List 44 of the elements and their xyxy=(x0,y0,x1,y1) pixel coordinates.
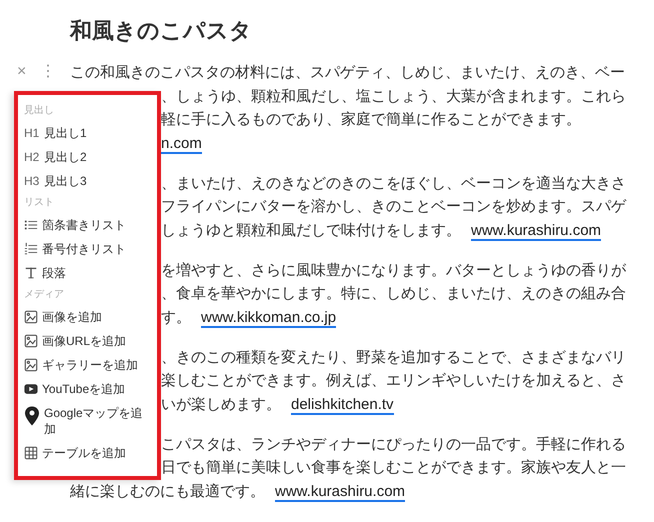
menu-item[interactable]: H1 見出し1 xyxy=(22,121,152,145)
paragraph-text: 、しょうゆ、顆粒和風だし、塩こしょう、大葉が含まれます。これら xyxy=(161,88,626,104)
paragraph-text: こパスタは、ランチやディナーにぴったりの一品です。手軽に作れる xyxy=(161,436,626,452)
menu-item[interactable]: H2 見出し2 xyxy=(22,145,152,169)
map-pin-icon xyxy=(24,406,40,426)
paragraph-text: この和風きのこパスタの材料には、スパゲティ、しめじ、まいたけ、えのき、ベー xyxy=(70,64,625,81)
paragraph-text: 、きのこの種類を変えたり、野菜を追加することで、さまざまなバリ xyxy=(161,348,626,366)
menu-item[interactable]: 箇条書きリスト xyxy=(22,213,152,237)
bullet-list-icon xyxy=(24,218,38,232)
menu-section-label: 見出し xyxy=(24,104,55,118)
video-icon xyxy=(24,382,38,396)
menu-item[interactable]: 段落 xyxy=(22,261,152,285)
page-title: 和風きのこパスタ xyxy=(70,18,252,44)
paragraph-text: を増やすと、さらに風味豊かになります。バターとしょうゆの香りが xyxy=(161,262,626,278)
paragraph-text: 楽しむことができます。例えば、エリンギやしいたけを加えると、さ xyxy=(161,372,626,389)
menu-section-label: リスト xyxy=(24,196,55,210)
menu-item[interactable]: H3 見出し3 xyxy=(22,169,152,193)
menu-item[interactable]: テーブルを追加 xyxy=(22,441,152,465)
menu-item[interactable]: Googleマップを追加 xyxy=(22,401,152,441)
link[interactable]: www.kurashiru.com xyxy=(275,482,406,502)
paragraph-text: 、まいたけ、えのきなどのきのこをほぐし、ベーコンを適当な大きさ xyxy=(161,174,626,192)
image-icon xyxy=(24,334,38,348)
paragraph-text: す。 xyxy=(161,308,191,326)
link[interactable]: www.kikkoman.co.jp xyxy=(201,308,336,328)
paragraph-text: 、食卓を華やかにします。特に、しめじ、まいたけ、えのきの組み合 xyxy=(161,285,626,302)
menu-item[interactable]: ギャラリーを追加 xyxy=(22,353,152,377)
table-icon xyxy=(24,446,38,460)
image-icon xyxy=(24,310,38,324)
menu-item[interactable]: 番号付きリスト xyxy=(22,237,152,261)
paragraph-text: しょうゆと顆粒和風だしで味付けをします。 xyxy=(161,222,461,238)
numbered-list-icon xyxy=(24,242,38,256)
text-icon xyxy=(24,266,38,280)
menu-item[interactable]: 画像を追加 xyxy=(22,305,152,329)
paragraph-text: 軽に手に入るものであり、家庭で簡単に作ることができます。 xyxy=(161,111,581,128)
link[interactable]: www.kurashiru.com xyxy=(471,222,602,240)
paragraph-text: 緒に楽しむのにも最適です。 xyxy=(70,482,265,500)
paragraph-text: 日でも簡単に美味しい食事を楽しむことができます。家族や友人と一 xyxy=(161,459,626,476)
menu-section-label: メディア xyxy=(24,288,65,302)
link[interactable]: delishkitchen.tv xyxy=(291,396,394,414)
image-icon xyxy=(24,358,38,372)
paragraph-text: フライパンにバターを溶かし、きのことベーコンを炒めます。スパゲ xyxy=(161,198,626,215)
menu-item[interactable]: 画像URLを追加 xyxy=(22,329,152,353)
menu-item[interactable]: YouTubeを追加 xyxy=(22,377,152,401)
paragraph-text: いが楽しめます。 xyxy=(161,396,281,412)
